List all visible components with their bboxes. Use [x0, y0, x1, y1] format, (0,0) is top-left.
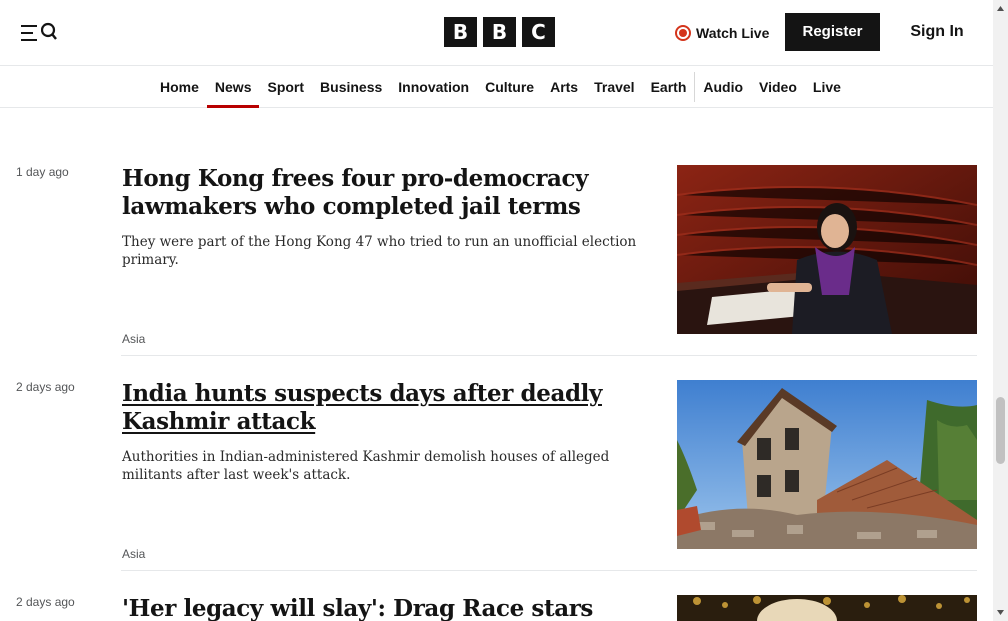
scroll-thumb[interactable]: [996, 397, 1005, 464]
scroll-up-icon[interactable]: [996, 4, 1005, 13]
register-button[interactable]: Register: [785, 13, 880, 51]
article-divider: [121, 355, 977, 356]
article-summary: Authorities in Indian-administered Kashm…: [122, 449, 610, 483]
lawmaker-photo: [677, 165, 977, 334]
article-timestamp: 2 days ago: [16, 380, 75, 394]
nav-earth[interactable]: Earth: [643, 66, 695, 108]
nav-live[interactable]: Live: [805, 66, 849, 108]
article-tag[interactable]: Asia: [122, 547, 145, 561]
article-timestamp: 2 days ago: [16, 595, 75, 609]
sign-in-button[interactable]: Sign In: [898, 13, 976, 51]
nav-audio[interactable]: Audio: [695, 66, 751, 108]
page-scrollbar[interactable]: [993, 0, 1008, 621]
site-header: B B C Watch Live Register Sign In: [0, 0, 993, 66]
nav-culture[interactable]: Culture: [477, 66, 542, 108]
search-icon: [41, 22, 57, 40]
article-image[interactable]: [677, 165, 977, 334]
article-image[interactable]: [677, 595, 977, 621]
article-summary: They were part of the Hong Kong 47 who t…: [122, 234, 637, 268]
watch-live-label: Watch Live: [696, 25, 770, 41]
article-image[interactable]: [677, 380, 977, 549]
live-icon: [675, 25, 691, 41]
drag-race-photo: [677, 595, 977, 621]
bbc-logo[interactable]: B B C: [444, 17, 555, 47]
article-headline[interactable]: Hong Kong frees four pro-democracy lawma…: [122, 165, 662, 221]
watch-live-link[interactable]: Watch Live: [675, 22, 769, 44]
article-divider: [121, 570, 977, 571]
nav-business[interactable]: Business: [312, 66, 390, 108]
demolished-house-photo: [677, 380, 977, 549]
menu-search-button[interactable]: [21, 21, 63, 45]
article-timestamp: 1 day ago: [16, 165, 69, 179]
logo-letter-b1: B: [444, 17, 477, 47]
nav-news[interactable]: News: [206, 66, 260, 108]
main-nav: Home News Sport Business Innovation Cult…: [0, 66, 993, 108]
nav-home[interactable]: Home: [152, 66, 207, 108]
nav-arts[interactable]: Arts: [542, 66, 586, 108]
article-headline[interactable]: India hunts suspects days after deadly K…: [122, 380, 662, 436]
nav-video[interactable]: Video: [751, 66, 805, 108]
logo-letter-b2: B: [483, 17, 516, 47]
nav-travel[interactable]: Travel: [586, 66, 642, 108]
scroll-down-icon[interactable]: [996, 608, 1005, 617]
nav-innovation[interactable]: Innovation: [390, 66, 477, 108]
article-headline[interactable]: 'Her legacy will slay': Drag Race stars …: [122, 595, 682, 621]
article-tag[interactable]: Asia: [122, 332, 145, 346]
nav-sport[interactable]: Sport: [259, 66, 312, 108]
menu-icon: [21, 23, 37, 41]
logo-letter-c: C: [522, 17, 555, 47]
